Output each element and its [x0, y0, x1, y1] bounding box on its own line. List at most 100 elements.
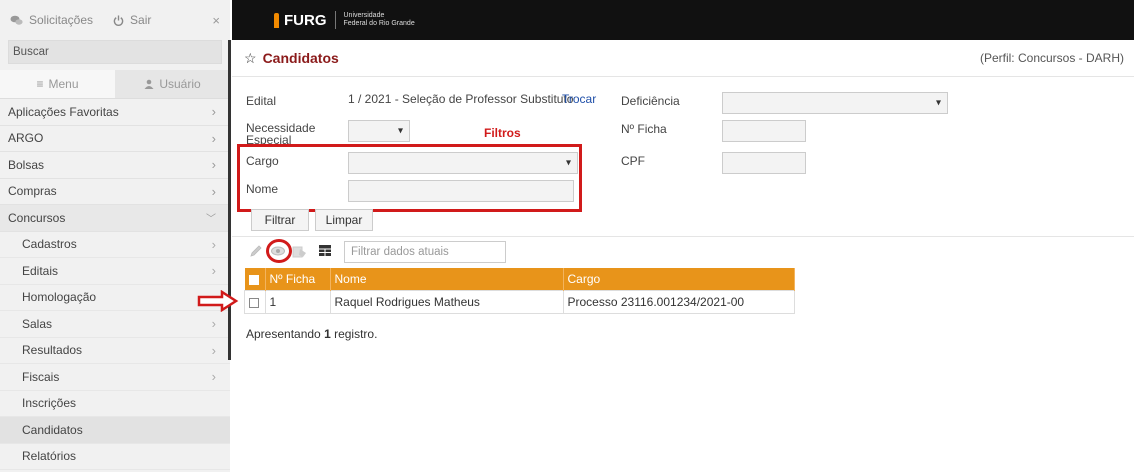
sub-item-label: Resultados [22, 343, 83, 358]
hamburger-icon: ≡ [36, 77, 44, 91]
chevron-right-icon: › [211, 157, 216, 173]
sub-item-inscricoes[interactable]: Inscrições [0, 390, 230, 417]
menu-item-favoritas[interactable]: Aplicações Favoritas › [0, 99, 230, 126]
chevron-right-icon: › [211, 342, 216, 358]
trocar-link[interactable]: Trocar [562, 92, 596, 106]
university-line-1: Universidade [343, 12, 385, 19]
tab-menu-label: Menu [48, 77, 79, 91]
chevron-right-icon: › [211, 104, 216, 120]
logo-text: FURG [284, 11, 327, 29]
university-name: Universidade Federal do Rio Grande [344, 12, 415, 28]
menu-item-label: Bolsas [8, 157, 45, 172]
deficiencia-select[interactable]: ▾ [722, 92, 948, 114]
candidates-table: Nº Ficha Nome Cargo 1 Raquel Rodrigues M… [244, 268, 795, 314]
chevron-right-icon: › [211, 263, 216, 279]
record-count-value: 1 [324, 327, 331, 341]
table-columns-icon[interactable] [318, 244, 332, 257]
sub-item-label: Inscrições [22, 396, 77, 411]
page-title: Candidatos [262, 50, 339, 66]
requests-button[interactable]: Solicitações [10, 13, 93, 27]
header-divider [334, 11, 336, 29]
col-cargo[interactable]: Cargo [563, 268, 795, 291]
chevron-right-icon: › [211, 236, 216, 252]
table-header-row: Nº Ficha Nome Cargo [244, 268, 795, 291]
sub-item-candidatos[interactable]: Candidatos [0, 417, 230, 444]
sub-item-cadastros[interactable]: Cadastros › [0, 231, 230, 258]
row-select-cell[interactable] [244, 290, 266, 314]
cell-nficha: 1 [264, 290, 331, 314]
university-line-2: Federal do Rio Grande [343, 20, 415, 27]
star-icon[interactable]: ☆ [244, 50, 257, 67]
chevron-right-icon: › [211, 130, 216, 146]
top-header: FURG Universidade Federal do Rio Grande [232, 0, 1134, 40]
delete-hand-icon[interactable] [292, 244, 308, 258]
chevron-right-icon: › [211, 369, 216, 385]
tab-menu[interactable]: ≡ Menu [0, 70, 115, 98]
logout-label: Sair [130, 13, 152, 27]
deficiencia-label: Deficiência [621, 94, 680, 108]
table-filter-input[interactable]: Filtrar dados atuais [344, 241, 506, 263]
nome-input[interactable] [348, 180, 574, 202]
logout-button[interactable]: Sair [113, 13, 151, 27]
menu-item-label: ARGO [8, 131, 44, 146]
filtrar-button[interactable]: Filtrar [251, 209, 309, 231]
pencil-icon[interactable] [249, 244, 263, 258]
menu-item-bolsas[interactable]: Bolsas › [0, 152, 230, 179]
cpf-label: CPF [621, 154, 645, 168]
section-divider [232, 236, 1134, 237]
col-nome[interactable]: Nome [330, 268, 564, 291]
page-header: ☆ Candidatos (Perfil: Concursos - DARH) [232, 40, 1134, 77]
cell-cargo: Processo 23116.001234/2021-00 [562, 290, 795, 314]
sub-item-label: Salas [22, 316, 53, 331]
menu-item-label: Compras [8, 184, 57, 199]
furg-logo[interactable]: FURG [274, 12, 327, 29]
chat-icon [10, 15, 23, 25]
view-highlight-circle [266, 239, 292, 263]
requests-label: Solicitações [29, 13, 94, 27]
cargo-select[interactable]: ▾ [348, 152, 578, 174]
sub-item-label: Cadastros [22, 237, 77, 252]
row-checkbox[interactable] [249, 297, 259, 308]
col-nficha[interactable]: Nº Ficha [265, 268, 331, 291]
user-icon [144, 79, 154, 89]
menu-item-concursos[interactable]: Concursos ﹀ [0, 205, 230, 232]
sidebar-search[interactable]: Buscar [8, 40, 222, 64]
close-icon[interactable]: × [212, 13, 220, 28]
cargo-label: Cargo [246, 154, 279, 168]
tab-user-label: Usuário [159, 77, 201, 91]
menu-item-argo[interactable]: ARGO › [0, 126, 230, 152]
sub-item-fiscais[interactable]: Fiscais › [0, 364, 230, 391]
menu-list: Aplicações Favoritas › ARGO › Bolsas › C… [0, 99, 230, 470]
sub-item-resultados[interactable]: Resultados › [0, 337, 230, 364]
sub-item-salas[interactable]: Salas › [0, 311, 230, 338]
sidebar-scrollbar[interactable] [228, 40, 231, 360]
sidebar-tabs: ≡ Menu Usuário [0, 70, 230, 99]
power-icon [113, 14, 124, 26]
limpar-button[interactable]: Limpar [315, 209, 373, 231]
tab-user[interactable]: Usuário [115, 70, 230, 98]
chevron-down-icon: ▾ [397, 125, 403, 137]
select-all-checkbox[interactable] [248, 274, 259, 285]
sub-item-editais[interactable]: Editais › [0, 258, 230, 285]
menu-item-compras[interactable]: Compras › [0, 179, 230, 205]
chevron-right-icon: › [211, 183, 216, 199]
chevron-down-icon: ▾ [565, 157, 571, 169]
flame-icon [274, 12, 279, 28]
cell-nome: Raquel Rodrigues Matheus [329, 290, 564, 314]
edital-value: 1 / 2021 - Seleção de Professor Substitu… [348, 92, 574, 106]
filtros-annotation: Filtros [484, 126, 521, 140]
menu-item-label: Aplicações Favoritas [8, 104, 119, 119]
cpf-input[interactable] [722, 152, 806, 174]
nome-label: Nome [246, 182, 279, 196]
sub-item-relatorios[interactable]: Relatórios [0, 443, 230, 470]
select-all-cell[interactable] [244, 268, 266, 291]
table-row[interactable]: 1 Raquel Rodrigues Matheus Processo 2311… [244, 290, 795, 314]
necessidade-label: Necessidade Especial [246, 122, 315, 146]
arrow-right-annotation-icon [197, 290, 239, 312]
chevron-right-icon: › [211, 316, 216, 332]
nficha-input[interactable] [722, 120, 806, 142]
record-count-prefix: Apresentando [246, 327, 325, 341]
sub-item-label: Homologação [22, 290, 97, 305]
chevron-down-icon: ﹀ [206, 214, 216, 226]
necessidade-select[interactable]: ▾ [348, 120, 410, 142]
